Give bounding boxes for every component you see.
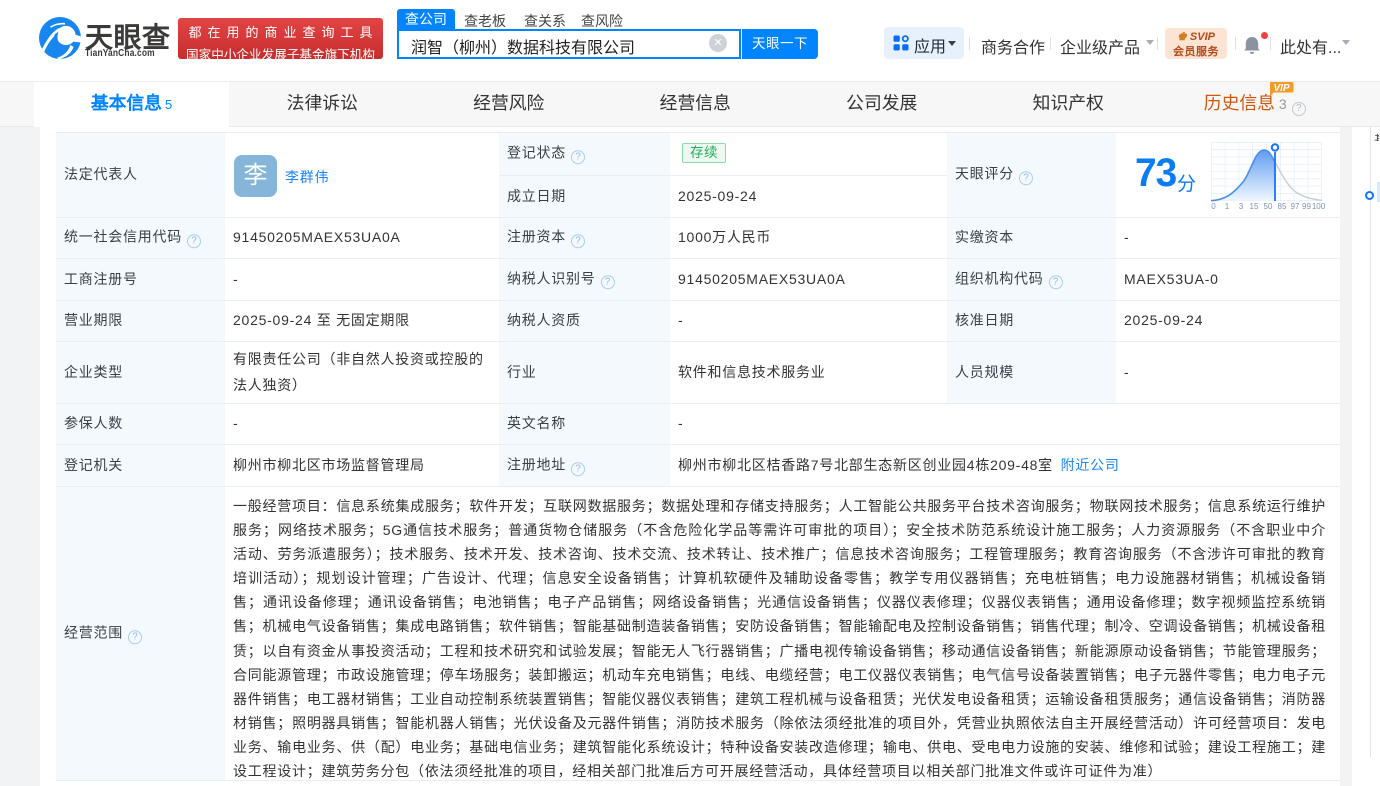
svg-text:1: 1 <box>1225 202 1230 211</box>
svg-text:50: 50 <box>1264 202 1273 211</box>
svg-text:15: 15 <box>1250 202 1259 211</box>
svg-text:0: 0 <box>1211 202 1216 211</box>
svg-text:100: 100 <box>1312 202 1326 211</box>
svg-text:3: 3 <box>1239 202 1244 211</box>
svg-text:99: 99 <box>1302 202 1311 211</box>
svg-text:97: 97 <box>1291 202 1300 211</box>
svg-text:85: 85 <box>1278 202 1287 211</box>
